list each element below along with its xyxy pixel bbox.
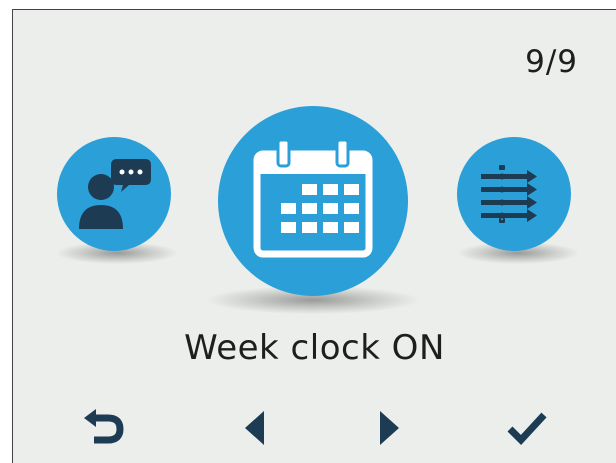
next-item-button[interactable] (457, 137, 571, 251)
back-arrow-icon (84, 409, 124, 444)
back-button[interactable] (73, 398, 133, 458)
current-item-label: Week clock ON (184, 328, 445, 368)
current-item-button[interactable] (218, 106, 408, 296)
page-counter: 9/9 (525, 44, 578, 80)
checkmark-icon (507, 412, 547, 446)
triangle-left-icon (245, 411, 264, 445)
schedule-list-icon (481, 165, 537, 223)
triangle-right-icon (380, 411, 399, 445)
next-button[interactable] (359, 398, 419, 458)
display-screen: 9/9 Week clock ON (12, 9, 616, 463)
calendar-icon (253, 138, 373, 258)
previous-button[interactable] (225, 398, 285, 458)
previous-item-button[interactable] (57, 137, 171, 251)
confirm-button[interactable] (497, 398, 557, 458)
user-message-icon (79, 159, 151, 229)
